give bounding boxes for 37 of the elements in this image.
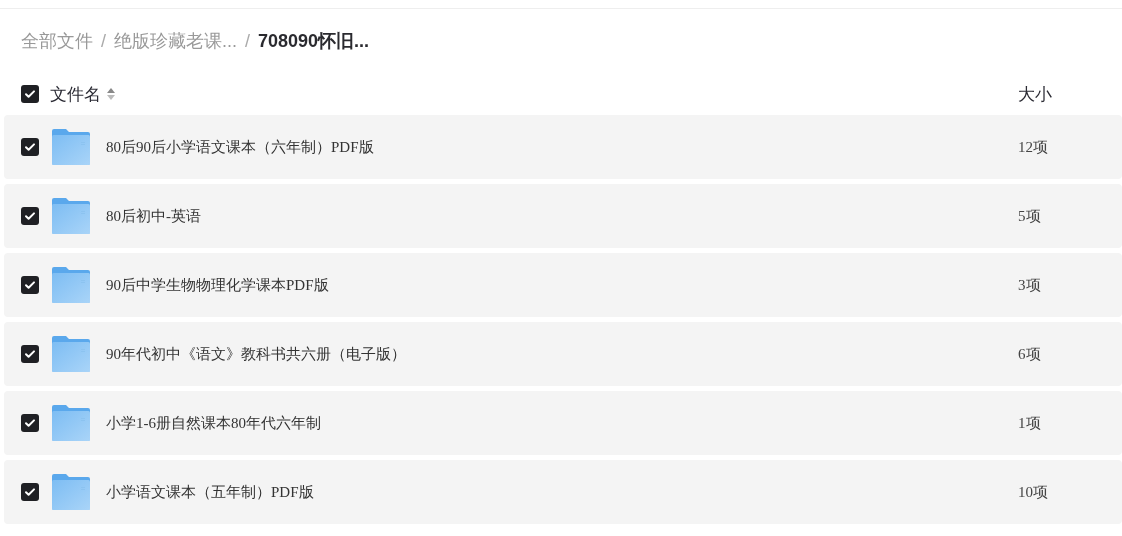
file-name[interactable]: 80后初中-英语	[106, 206, 201, 226]
checkbox[interactable]	[21, 345, 39, 363]
separator: /	[245, 30, 251, 52]
folder-icon	[52, 129, 90, 165]
checkbox[interactable]	[21, 276, 39, 294]
file-row[interactable]: 小学语文课本（五年制）PDF版 10项	[4, 460, 1122, 524]
checkbox[interactable]	[21, 207, 39, 225]
sort-icon[interactable]	[107, 88, 115, 100]
folder-icon	[52, 267, 90, 303]
folder-icon	[52, 474, 90, 510]
item-count: 3项	[1018, 275, 1042, 295]
file-row[interactable]: 90后中学生物物理化学课本PDF版 3项	[4, 253, 1122, 317]
size-column-header: 大小	[1018, 83, 1053, 106]
file-row[interactable]: 90年代初中《语文》教科书共六册（电子版） 6项	[4, 322, 1122, 386]
folder-icon	[52, 198, 90, 234]
checkbox[interactable]	[21, 483, 39, 501]
file-row[interactable]: 小学1-6册自然课本80年代六年制 1项	[4, 391, 1122, 455]
file-row[interactable]: 80后90后小学语文课本（六年制）PDF版 12项	[4, 115, 1122, 179]
file-name[interactable]: 80后90后小学语文课本（六年制）PDF版	[106, 137, 374, 157]
checkbox[interactable]	[21, 85, 39, 103]
file-name[interactable]: 小学语文课本（五年制）PDF版	[106, 482, 314, 502]
folder-icon	[52, 405, 90, 441]
item-count: 12项	[1018, 137, 1049, 157]
file-name[interactable]: 90年代初中《语文》教科书共六册（电子版）	[106, 344, 406, 364]
file-row[interactable]: 80后初中-英语 5项	[4, 184, 1122, 248]
checkbox[interactable]	[21, 138, 39, 156]
separator: /	[101, 30, 106, 52]
file-name[interactable]: 小学1-6册自然课本80年代六年制	[106, 413, 321, 433]
item-count: 5项	[1018, 206, 1042, 226]
file-name[interactable]: 90后中学生物物理化学课本PDF版	[106, 275, 329, 295]
item-count: 1项	[1018, 413, 1042, 433]
current-folder: 708090怀旧...	[258, 30, 370, 53]
name-column-header[interactable]: 文件名	[50, 82, 101, 106]
folder-icon	[52, 336, 90, 372]
item-count: 10项	[1018, 482, 1049, 502]
checkbox[interactable]	[21, 414, 39, 432]
item-count: 6项	[1018, 344, 1042, 364]
